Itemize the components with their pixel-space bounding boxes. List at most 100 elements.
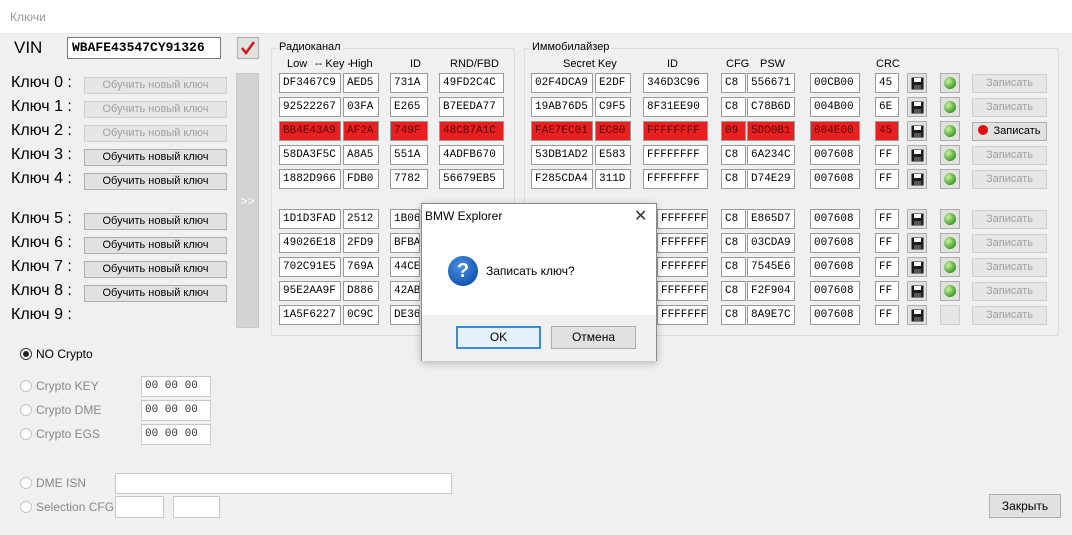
radio-low-field[interactable]: DF3467C9 (279, 73, 341, 93)
radio-low-field[interactable]: 92522267 (279, 97, 341, 117)
dialog-close-icon[interactable]: ✕ (634, 206, 647, 226)
vin-check-button[interactable] (237, 37, 259, 59)
dme-isn-field[interactable] (115, 473, 452, 494)
radio-high-field[interactable]: AED5 (343, 73, 379, 93)
immo-crc-val-field[interactable]: 007608 (810, 209, 860, 229)
learn-key-button-0[interactable]: Обучить новый ключ (84, 77, 227, 94)
radio-selection-cfg[interactable] (20, 501, 32, 513)
radio-crypto-egs[interactable] (20, 428, 32, 440)
immo-id-field[interactable]: 346D3C96 (643, 73, 708, 93)
immo-id-field[interactable]: FFFFFFF (657, 305, 708, 325)
ok-button[interactable]: OK (456, 326, 541, 349)
save-disk-button[interactable] (907, 121, 927, 141)
crypto-egs-field[interactable]: 00 00 00 (141, 424, 211, 445)
learn-key-button-7[interactable]: Обучить новый ключ (84, 261, 227, 278)
radio-rnd-field[interactable]: 4ADFB670 (439, 145, 504, 165)
radio-low-field[interactable]: 95E2AA9F (279, 281, 341, 301)
immo-cfg-field[interactable]: C8 (721, 73, 746, 93)
immo-s1-field[interactable]: FAE7EC01 (531, 121, 593, 141)
save-disk-button[interactable] (907, 169, 927, 189)
radio-high-field[interactable]: 2512 (343, 209, 379, 229)
radio-rnd-field[interactable]: 48CB7A1C (439, 121, 504, 141)
selection-cfg-field-1[interactable] (115, 496, 164, 518)
radio-low-field[interactable]: 1A5F6227 (279, 305, 341, 325)
green-status-button[interactable] (940, 281, 960, 301)
immo-cfg-field[interactable]: C8 (721, 209, 746, 229)
radio-high-field[interactable]: A8A5 (343, 145, 379, 165)
close-button[interactable]: Закрыть (989, 494, 1061, 518)
immo-psw-field[interactable]: F2F904 (747, 281, 795, 301)
immo-s1-field[interactable]: 53DB1AD2 (531, 145, 593, 165)
green-status-button[interactable] (940, 97, 960, 117)
write-button[interactable]: Записать (972, 122, 1047, 141)
crc-field[interactable]: 45 (875, 121, 899, 141)
immo-cfg-field[interactable]: C8 (721, 257, 746, 277)
radio-crypto-dme[interactable] (20, 404, 32, 416)
radio-high-field[interactable]: 2FD9 (343, 233, 379, 253)
learn-key-button-8[interactable]: Обучить новый ключ (84, 285, 227, 302)
green-status-button[interactable] (940, 233, 960, 253)
crc-field[interactable]: FF (875, 169, 899, 189)
immo-psw-field[interactable]: 556671 (747, 73, 795, 93)
radio-low-field[interactable]: 49026E18 (279, 233, 341, 253)
save-disk-button[interactable] (907, 209, 927, 229)
radio-id-field[interactable]: 551A (390, 145, 428, 165)
radio-rnd-field[interactable]: 56679EB5 (439, 169, 504, 189)
immo-id-field[interactable]: FFFFFFF (657, 233, 708, 253)
immo-crc-val-field[interactable]: 007608 (810, 169, 860, 189)
write-button[interactable]: Записать (972, 258, 1047, 277)
immo-psw-field[interactable]: 8A9E7C (747, 305, 795, 325)
immo-cfg-field[interactable]: C8 (721, 145, 746, 165)
radio-id-field[interactable]: 7782 (390, 169, 428, 189)
write-button[interactable]: Записать (972, 234, 1047, 253)
immo-cfg-field[interactable]: C8 (721, 97, 746, 117)
immo-cfg-field[interactable]: C8 (721, 233, 746, 253)
radio-rnd-field[interactable]: 49FD2C4C (439, 73, 504, 93)
learn-key-button-3[interactable]: Обучить новый ключ (84, 149, 227, 166)
immo-id-field[interactable]: FFFFFFFF (643, 145, 708, 165)
write-button[interactable]: Записать (972, 282, 1047, 301)
immo-psw-field[interactable]: D74E29 (747, 169, 795, 189)
transfer-arrow-button[interactable]: >> (236, 73, 259, 328)
radio-low-field[interactable]: 1882D966 (279, 169, 341, 189)
immo-crc-val-field[interactable]: 00CB00 (810, 73, 860, 93)
save-disk-button[interactable] (907, 233, 927, 253)
immo-cfg-field[interactable]: C8 (721, 281, 746, 301)
immo-id-field[interactable]: FFFFFFFF (643, 169, 708, 189)
immo-psw-field[interactable]: 03CDA9 (747, 233, 795, 253)
immo-id-field[interactable]: FFFFFFF (657, 281, 708, 301)
immo-cfg-field[interactable]: C8 (721, 169, 746, 189)
radio-no-crypto[interactable] (20, 348, 32, 360)
immo-s2-field[interactable]: C9F5 (595, 97, 631, 117)
radio-high-field[interactable]: AF2A (343, 121, 379, 141)
save-disk-button[interactable] (907, 257, 927, 277)
immo-id-field[interactable]: FFFFFFFF (643, 121, 708, 141)
learn-key-button-5[interactable]: Обучить новый ключ (84, 213, 227, 230)
green-status-button[interactable] (940, 169, 960, 189)
write-button[interactable]: Записать (972, 74, 1047, 93)
immo-psw-field[interactable]: E865D7 (747, 209, 795, 229)
immo-psw-field[interactable]: C78B6D (747, 97, 795, 117)
immo-crc-val-field[interactable]: 007608 (810, 281, 860, 301)
radio-low-field[interactable]: 58DA3F5C (279, 145, 341, 165)
immo-crc-val-field[interactable]: 004E00 (810, 121, 860, 141)
immo-id-field[interactable]: FFFFFFF (657, 257, 708, 277)
immo-id-field[interactable]: FFFFFFF (657, 209, 708, 229)
immo-s1-field[interactable]: 19AB76D5 (531, 97, 593, 117)
radio-rnd-field[interactable]: B7EEDA77 (439, 97, 504, 117)
radio-id-field[interactable]: E265 (390, 97, 428, 117)
learn-key-button-4[interactable]: Обучить новый ключ (84, 173, 227, 190)
crc-field[interactable]: FF (875, 281, 899, 301)
radio-id-field[interactable]: 731A (390, 73, 428, 93)
write-button[interactable]: Записать (972, 210, 1047, 229)
learn-key-button-2[interactable]: Обучить новый ключ (84, 125, 227, 142)
crc-field[interactable]: 45 (875, 73, 899, 93)
radio-id-field[interactable]: 42AB (390, 281, 420, 301)
crc-field[interactable]: FF (875, 145, 899, 165)
immo-crc-val-field[interactable]: 007608 (810, 305, 860, 325)
immo-crc-val-field[interactable]: 004B00 (810, 97, 860, 117)
green-status-button[interactable] (940, 145, 960, 165)
save-disk-button[interactable] (907, 97, 927, 117)
radio-high-field[interactable]: FDB0 (343, 169, 379, 189)
save-disk-button[interactable] (907, 281, 927, 301)
